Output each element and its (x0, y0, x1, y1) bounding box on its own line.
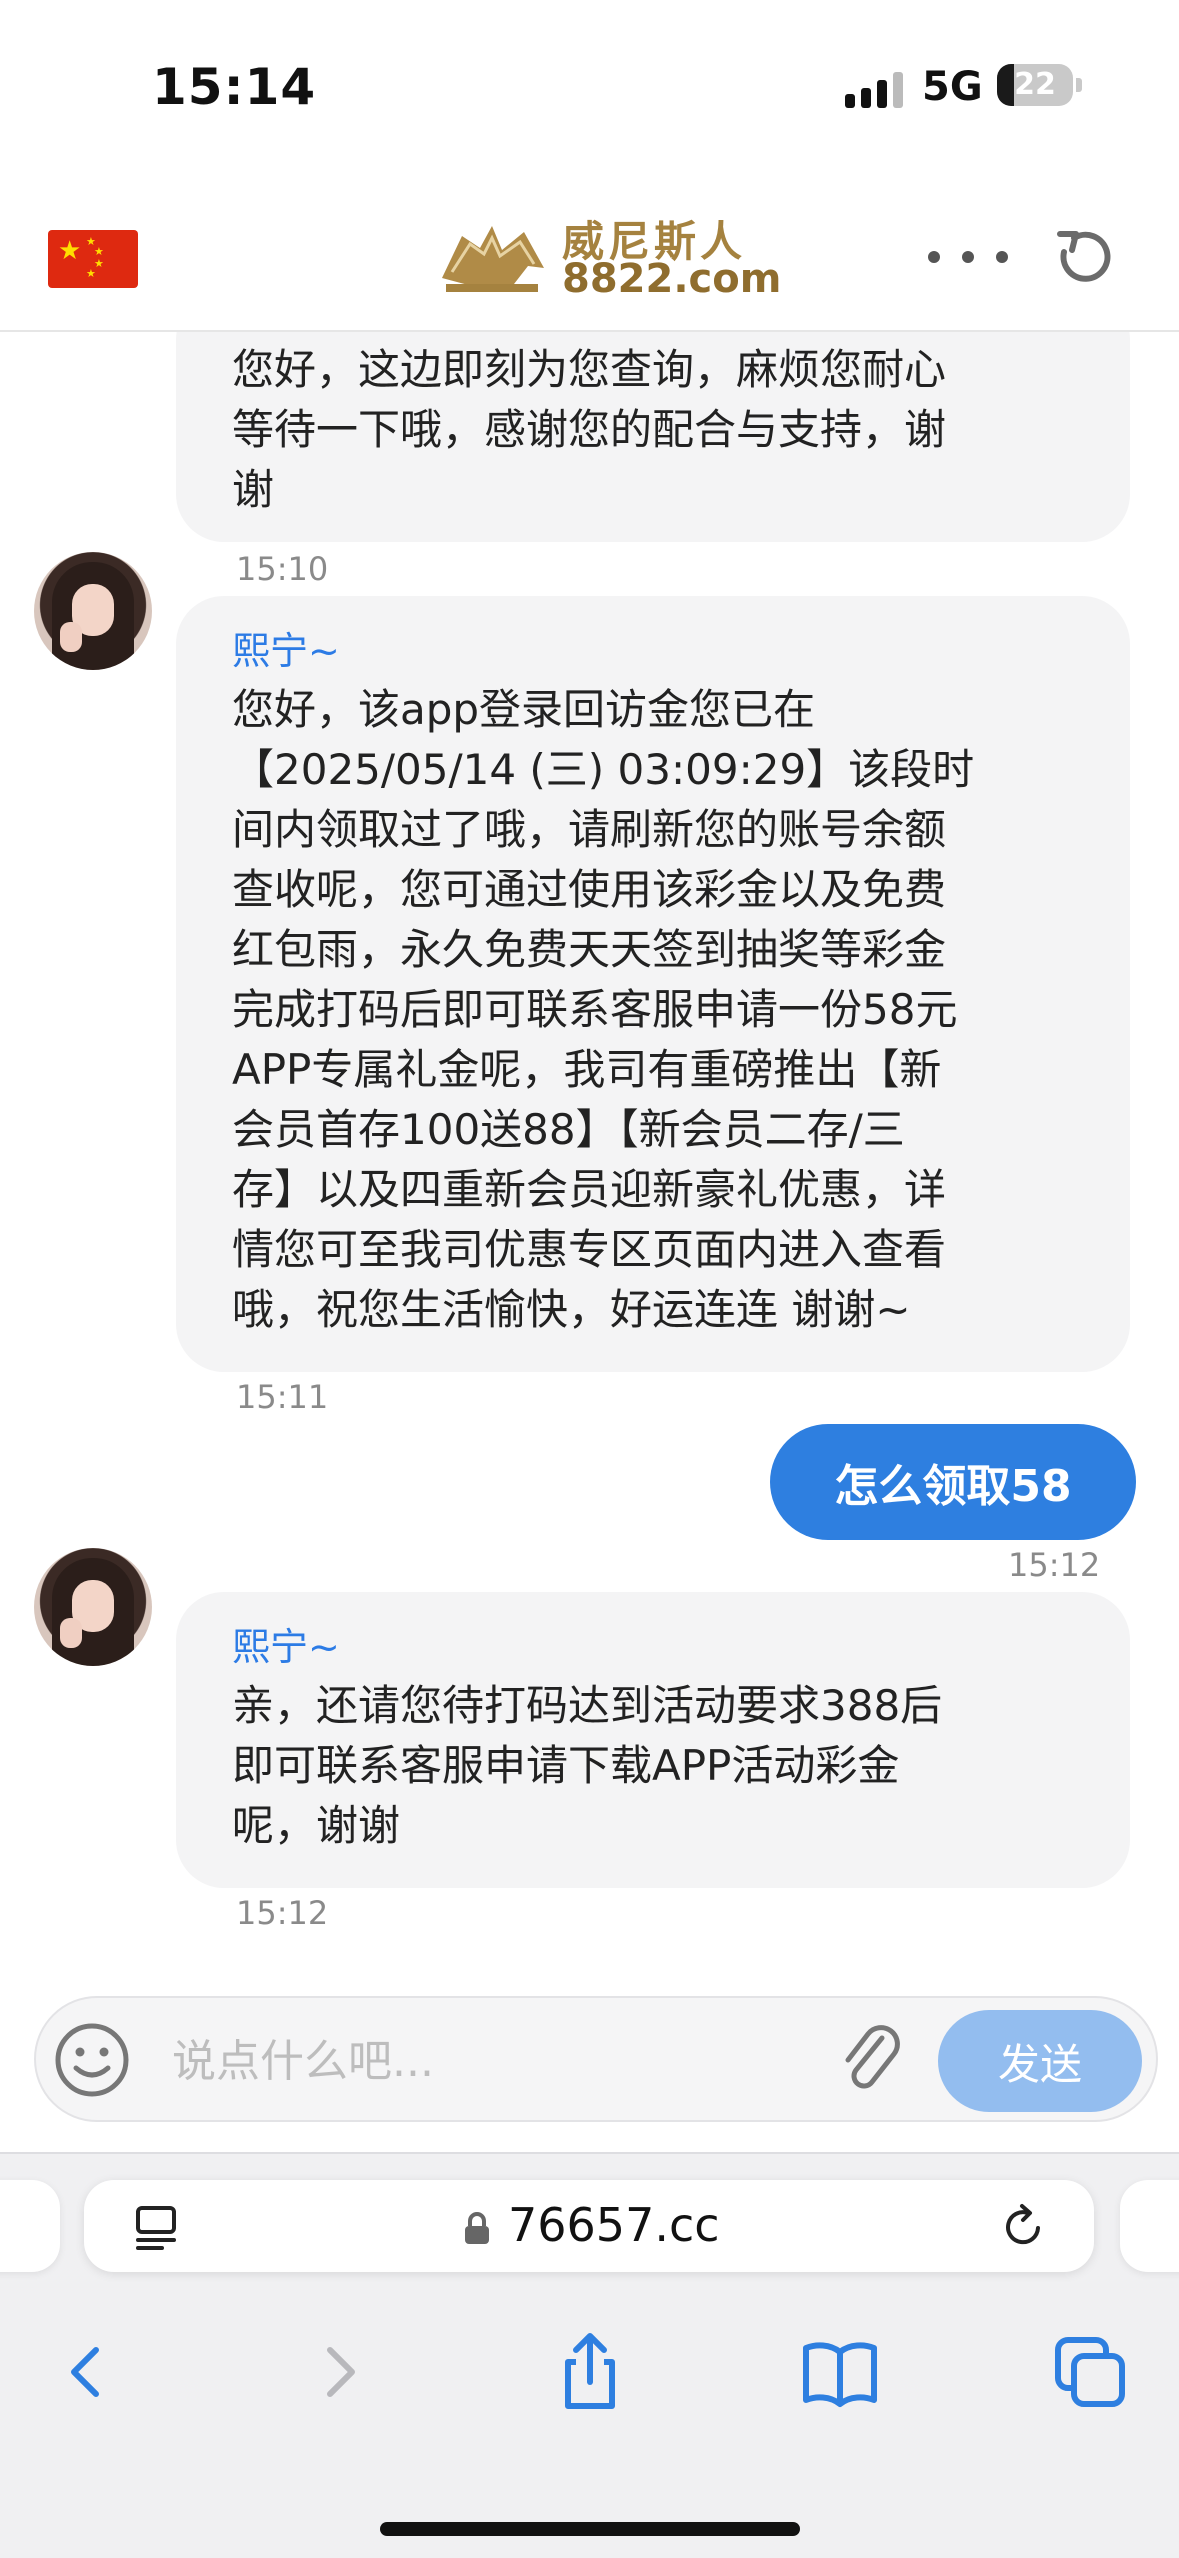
browser-toolbar: 76657.cc (0, 2152, 1179, 2558)
back-icon[interactable] (36, 2322, 136, 2422)
message-time: 15:12 (236, 1894, 329, 1932)
dot-icon (962, 251, 974, 263)
flag-big-star: ★ (58, 236, 82, 266)
home-indicator (380, 2522, 800, 2536)
previous-tab-preview[interactable] (0, 2180, 60, 2272)
next-tab-preview[interactable] (1120, 2180, 1179, 2272)
battery-icon: 22 (997, 64, 1073, 106)
forward-icon[interactable] (290, 2322, 390, 2422)
user-message-bubble: 怎么领取58 (770, 1424, 1136, 1540)
status-bar: 15:14 5G 22 (0, 0, 1179, 170)
message-bubble: 熙宁~ 亲，还请您待打码达到活动要求388后 即可联系客服申请下载APP活动彩金… (176, 1592, 1130, 1888)
address-bar[interactable]: 76657.cc (84, 2180, 1094, 2272)
network-type: 5G (922, 64, 983, 110)
language-flag-button[interactable]: ★ ★ ★ ★ ★ (48, 230, 138, 288)
chat-area[interactable]: 您好，这边即刻为您查询，麻烦您耐心 等待一下哦，感谢您的配合与支持，谢 谢 15… (0, 332, 1179, 1972)
dot-icon (928, 251, 940, 263)
emoji-icon[interactable] (52, 2020, 132, 2100)
agent-avatar[interactable] (34, 1548, 152, 1666)
reload-icon[interactable] (998, 2202, 1048, 2252)
signal-icon (845, 72, 905, 108)
message-input[interactable] (170, 2028, 834, 2094)
refresh-icon[interactable] (1050, 222, 1120, 292)
logo-domain: 8822.com (562, 256, 782, 302)
message-text: 您好，该app登录回访金您已在 【2025/05/14 (三) 03:09:29… (232, 685, 975, 1334)
status-time: 15:14 (152, 58, 317, 116)
avatar-hand (60, 622, 82, 652)
app-header: ★ ★ ★ ★ ★ 威尼斯人 8822.com (0, 170, 1179, 332)
send-button[interactable]: 发送 (938, 2010, 1142, 2112)
battery-level: 22 (1014, 67, 1056, 102)
agent-avatar[interactable] (34, 552, 152, 670)
more-options-button[interactable] (928, 242, 1008, 272)
message-bubble: 您好，这边即刻为您查询，麻烦您耐心 等待一下哦，感谢您的配合与支持，谢 谢 (176, 332, 1130, 542)
tabs-icon[interactable] (1040, 2322, 1140, 2422)
message-bubble: 熙宁~ 您好，该app登录回访金您已在 【2025/05/14 (三) 03:0… (176, 596, 1130, 1372)
dot-icon (996, 251, 1008, 263)
message-time: 15:10 (236, 550, 329, 588)
message-text: 亲，还请您待打码达到活动要求388后 即可联系客服申请下载APP活动彩金 呢，谢… (232, 1681, 943, 1850)
lock-icon (465, 2212, 489, 2244)
attachment-icon[interactable] (836, 2018, 906, 2102)
winged-lion-icon (442, 226, 544, 292)
battery-tip (1076, 78, 1082, 92)
sender-name: 熙宁~ (232, 1625, 340, 1669)
message-text: 您好，这边即刻为您查询，麻烦您耐心 等待一下哦，感谢您的配合与支持，谢 谢 (232, 345, 947, 514)
message-time: 15:11 (236, 1378, 329, 1416)
message-composer: 发送 (34, 1996, 1158, 2122)
flag-star: ★ (86, 267, 96, 280)
avatar-hand (60, 1618, 82, 1648)
share-icon[interactable] (540, 2322, 640, 2422)
sender-name: 熙宁~ (232, 629, 340, 673)
message-time: 15:12 (1008, 1546, 1101, 1584)
bookmarks-icon[interactable] (790, 2322, 890, 2422)
flag-star: ★ (94, 245, 104, 258)
site-logo[interactable]: 威尼斯人 8822.com (432, 204, 781, 304)
page-menu-icon[interactable] (132, 2204, 180, 2250)
browser-nav-bar (0, 2322, 1179, 2432)
url-text: 76657.cc (508, 2198, 720, 2252)
